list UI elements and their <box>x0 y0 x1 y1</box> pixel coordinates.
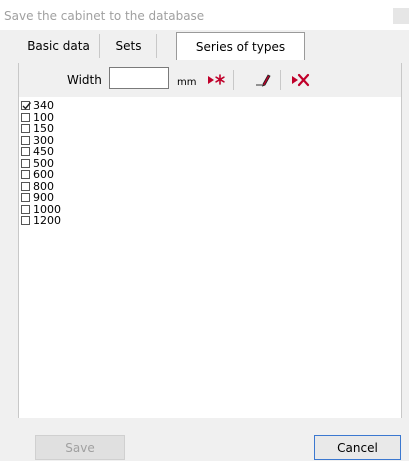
tab-basic-data[interactable]: Basic data <box>18 34 100 58</box>
unit-label: mm <box>177 77 197 88</box>
list-item-label: 150 <box>33 122 54 136</box>
dialog-window: Save the cabinet to the database Basic d… <box>0 0 409 461</box>
window-title: Save the cabinet to the database <box>4 9 205 23</box>
list-item-label: 340 <box>33 99 54 113</box>
checked-checkbox[interactable] <box>21 101 32 111</box>
list-item[interactable]: 150 <box>21 123 391 135</box>
width-label: Width <box>67 73 102 87</box>
title-bar: Save the cabinet to the database <box>0 0 409 30</box>
list-item[interactable]: 600 <box>21 169 391 181</box>
tab-sets[interactable]: Sets <box>101 34 157 58</box>
list-item[interactable]: 500 <box>21 158 391 170</box>
checkbox[interactable] <box>21 193 30 203</box>
list-item[interactable]: 340 <box>21 100 391 112</box>
list-item-label: 100 <box>33 110 54 124</box>
checkbox[interactable] <box>21 158 30 168</box>
cancel-button[interactable]: Cancel <box>314 435 401 460</box>
list-item[interactable]: 1200 <box>21 215 391 227</box>
list-item[interactable]: 1000 <box>21 204 391 216</box>
delete-button[interactable] <box>287 67 313 93</box>
width-list: 340 100 150 300 450 500 600 800 900 1000 1200 <box>21 100 391 227</box>
add-button[interactable] <box>203 67 229 93</box>
checkbox[interactable] <box>21 147 30 157</box>
checkbox[interactable] <box>21 216 30 226</box>
list-item[interactable]: 450 <box>21 146 391 158</box>
checkbox[interactable] <box>21 170 30 180</box>
checkbox[interactable] <box>21 124 30 134</box>
checkbox[interactable] <box>21 204 30 214</box>
tab-series-of-types[interactable]: Series of types <box>176 32 305 60</box>
checkbox[interactable] <box>21 135 30 145</box>
list-item[interactable]: 900 <box>21 192 391 204</box>
list-item-label: 900 <box>33 191 54 205</box>
list-item-label: 1200 <box>33 214 61 228</box>
toolbar-separator <box>280 70 281 90</box>
add-star-icon <box>208 74 225 85</box>
list-item-label: 500 <box>33 156 54 170</box>
pencil-icon <box>256 74 271 87</box>
list-item[interactable]: 800 <box>21 181 391 193</box>
toolbar-separator <box>233 70 234 90</box>
width-input[interactable] <box>109 67 169 89</box>
checkbox[interactable] <box>21 181 30 191</box>
dialog-footer: Save Cancel <box>18 418 402 461</box>
checkmark-icon <box>22 102 32 110</box>
delete-x-icon <box>292 73 310 87</box>
list-item-label: 800 <box>33 179 54 193</box>
list-item-label: 1000 <box>33 202 61 216</box>
tab-bar: Basic data Sets Series of types <box>18 32 408 62</box>
list-item[interactable]: 300 <box>21 135 391 147</box>
series-panel: Width mm 340 100 150 300 450 500 600 800… <box>18 63 402 418</box>
list-item-label: 600 <box>33 168 54 182</box>
close-button[interactable] <box>393 8 409 24</box>
width-toolbar: Width mm <box>19 63 401 97</box>
checkbox[interactable] <box>21 112 30 122</box>
save-button[interactable]: Save <box>35 435 125 460</box>
list-item-label: 450 <box>33 145 54 159</box>
list-item-label: 300 <box>33 133 54 147</box>
list-item[interactable]: 100 <box>21 112 391 124</box>
edit-button[interactable] <box>250 67 276 93</box>
